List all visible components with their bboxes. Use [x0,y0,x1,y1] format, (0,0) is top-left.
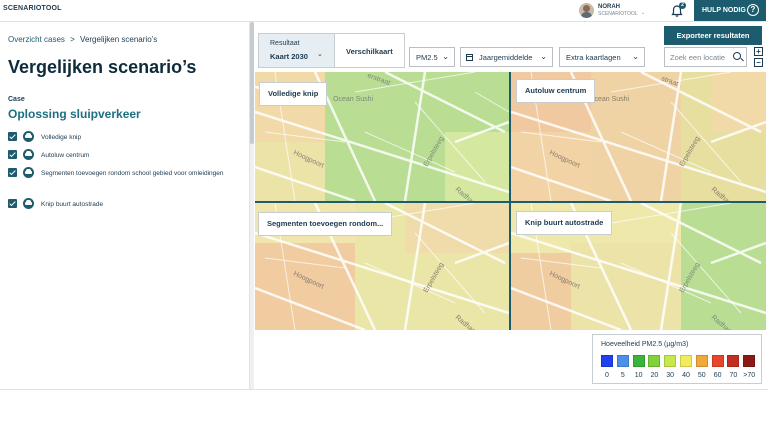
breadcrumb-current: Vergelijken scenario’s [80,35,158,44]
zoom-in-button[interactable]: + [754,47,763,56]
top-bar: SCENARIOTOOL NORAH SCENARIOTOOL ⌄ 2 HULP… [0,0,768,22]
car-icon [23,167,34,178]
legend-swatch [632,355,645,367]
scenario-checkbox[interactable] [8,132,17,141]
map-split-horizontal [255,201,766,203]
legend-swatch [664,355,677,367]
legend-swatch [727,355,740,367]
search-input[interactable] [670,52,732,63]
breadcrumb-link-overview[interactable]: Overzicht cases [8,35,65,44]
user-menu[interactable]: NORAH SCENARIOTOOL ⌄ [579,2,651,19]
legend-swatch [616,355,629,367]
case-label: Case [8,96,25,103]
window-bottom-border [0,389,768,390]
pollutant-value: PM2.5 [416,53,438,62]
user-subtitle: SCENARIOTOOL [598,11,638,17]
breadcrumb-separator: > [70,35,75,44]
legend-swatch [743,355,756,367]
scenario-checkbox[interactable] [8,150,17,159]
help-button[interactable]: HULP NODIG ? [694,0,766,21]
pm25-legend: Hoeveelheid PM2.5 (µg/m3) 0 5 10 20 30 40 50 60… [592,334,762,384]
car-icon [23,149,34,160]
help-button-label: HULP NODIG [702,7,746,14]
scenario-label: Autoluw centrum [41,152,90,159]
chevron-down-icon: ⌄ [540,52,547,61]
avatar [579,3,594,18]
scenario-label: Segmenten toevoegen rondom school gebied… [41,170,224,177]
scenario-label: Knip buurt autostrade [41,201,104,208]
map-tile-title: Volledige knip [259,82,328,106]
question-icon: ? [747,4,759,16]
legend-swatch [601,355,613,367]
pollutant-dropdown[interactable]: PM2.5 ⌄ [409,47,455,67]
result-select-value: Kaart 2030 [270,52,308,61]
result-map-select[interactable]: Resultaat Kaart 2030 ⌄ [259,34,335,67]
legend-swatch [695,355,708,367]
legend-label: >70 [743,372,756,379]
zoom-out-button[interactable]: − [754,58,763,67]
period-dropdown[interactable]: Jaargemiddelde ⌄ [460,47,553,67]
app-name: SCENARIOTOOL [3,5,62,12]
search-icon[interactable] [733,52,741,60]
scenario-checkbox[interactable] [8,168,17,177]
chevron-down-icon: ⌄ [442,52,449,61]
result-select-label: Resultaat [270,40,300,47]
result-view-toggle: Resultaat Kaart 2030 ⌄ Verschilkaart [258,33,405,68]
extra-layers-label: Extra kaartlagen [566,53,621,62]
chevron-down-icon: ⌄ [632,52,639,61]
period-value: Jaargemiddelde [479,53,533,62]
car-icon [23,131,34,142]
export-results-button[interactable]: Exporteer resultaten [664,26,762,45]
difference-map-button[interactable]: Verschilkaart [346,47,393,56]
extra-layers-dropdown[interactable]: Extra kaartlagen ⌄ [559,47,645,67]
case-title: Oplossing sluipverkeer [8,107,141,121]
map-tile-title: Knip buurt autostrade [516,211,613,235]
chevron-down-icon: ⌄ [641,10,646,16]
user-name: NORAH [598,4,620,10]
breadcrumb: Overzicht cases > Vergelijken scenario’s [8,35,157,44]
legend-swatch [648,355,661,367]
car-icon [23,198,34,209]
map-tile-title: Autoluw centrum [516,79,596,103]
location-search [664,47,747,67]
legend-swatch [680,355,692,367]
legend-title: Hoeveelheid PM2.5 (µg/m3) [601,341,689,348]
map-tile-title: Segmenten toevoegen rondom... [258,212,393,236]
calendar-icon [466,54,473,61]
street-label: Ocean Sushi [333,96,374,103]
legend-swatch [711,355,724,367]
panel-scrollbar-thumb[interactable] [250,22,254,144]
scenario-checkbox[interactable] [8,199,17,208]
notification-badge: 2 [679,2,686,9]
scenario-label: Volledige knip [41,134,82,141]
page-title: Vergelijken scenario’s [8,57,197,77]
chevron-down-icon: ⌄ [317,51,323,58]
